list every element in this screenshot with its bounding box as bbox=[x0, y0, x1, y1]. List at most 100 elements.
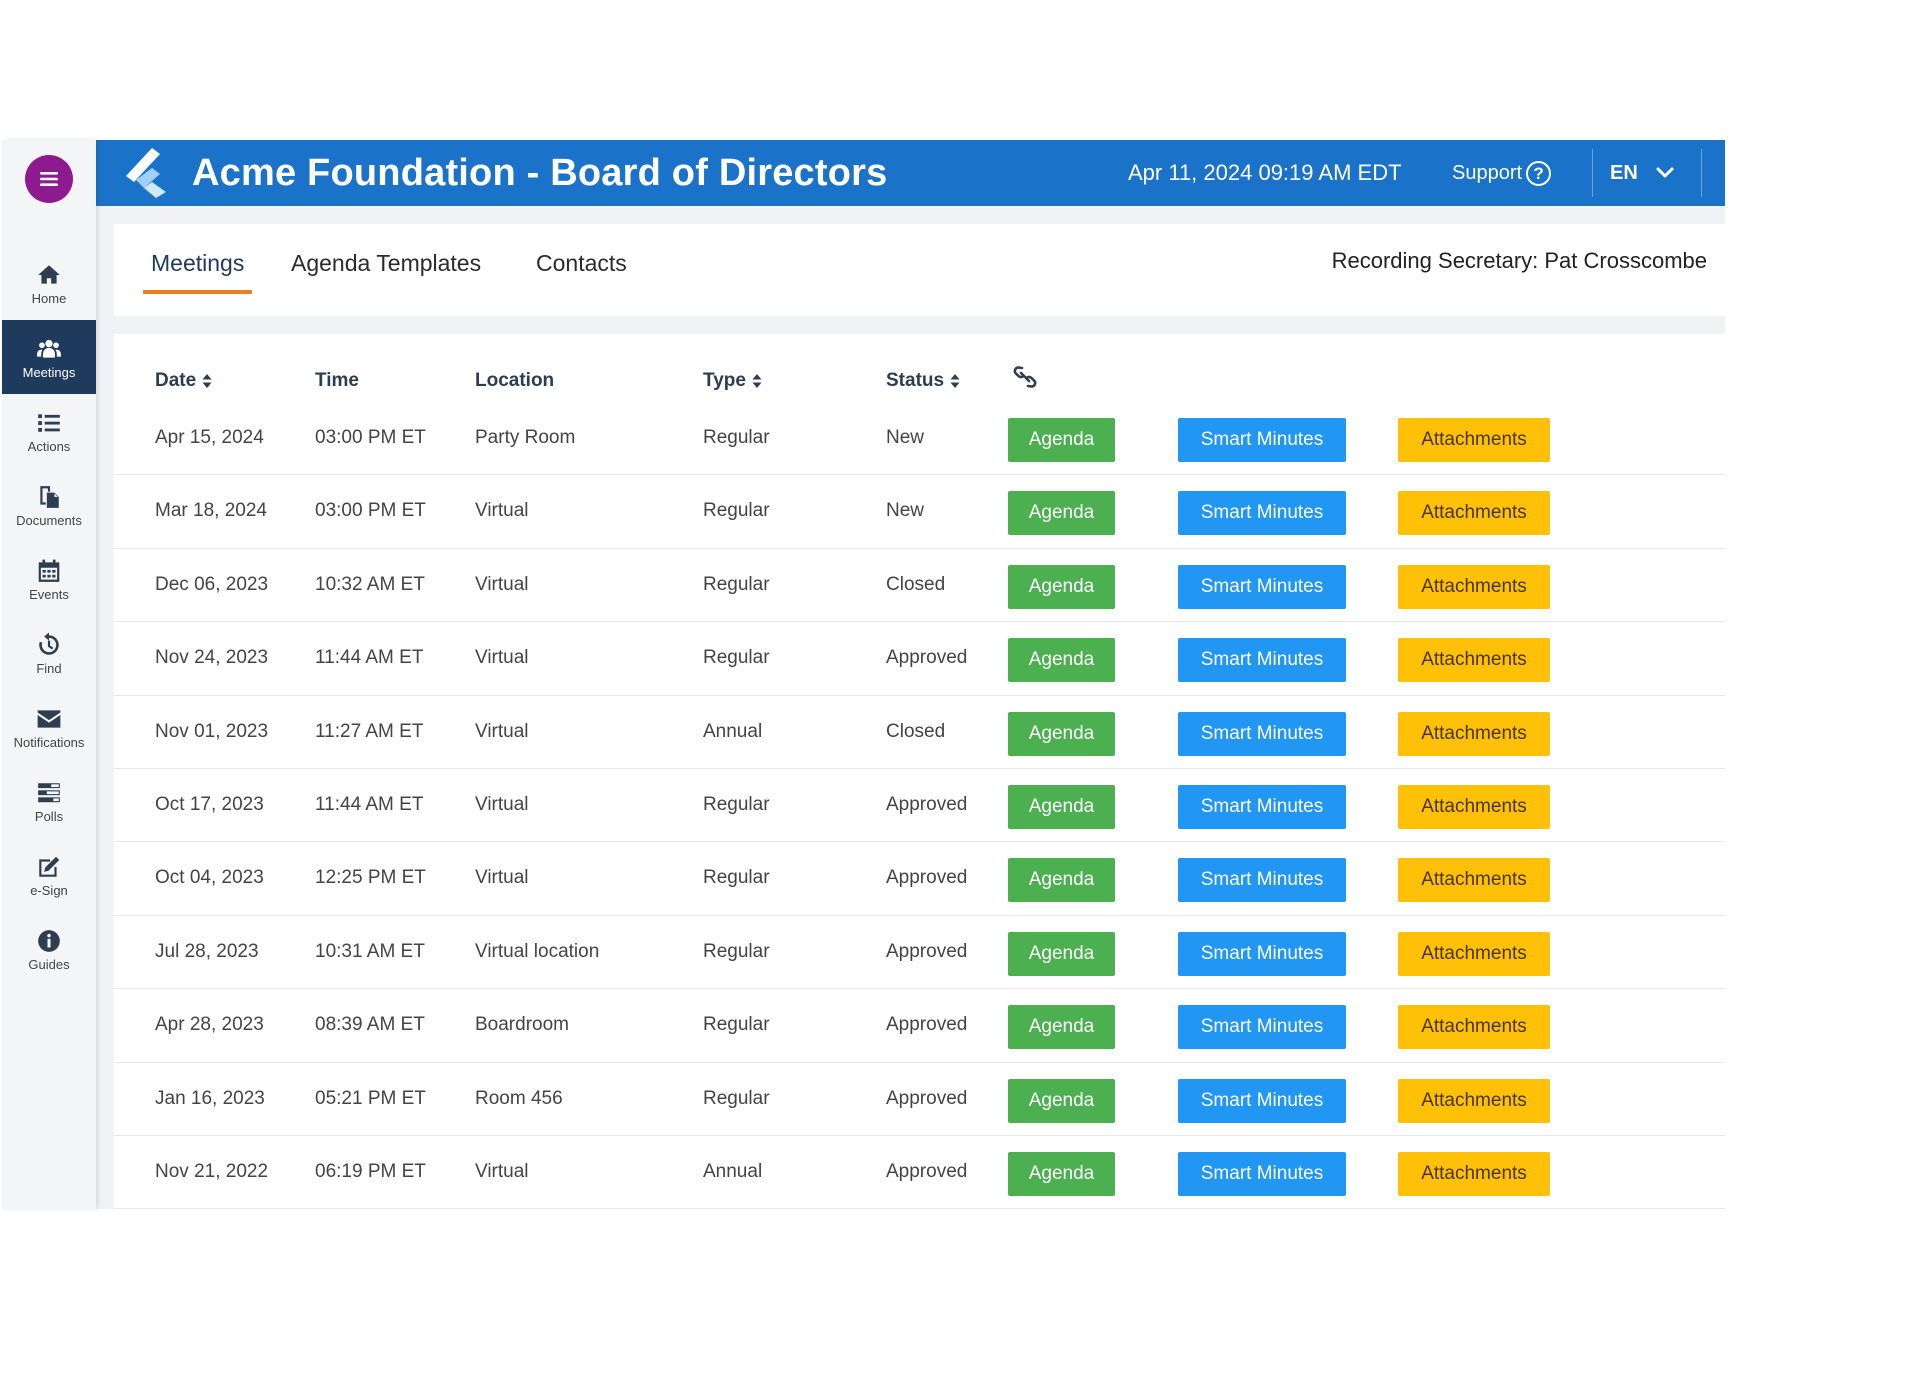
meetings-table: Apr 15, 2024 03:00 PM ET Party Room Regular… bbox=[114, 402, 1725, 1210]
sidebar-item-documents[interactable]: Documents bbox=[2, 468, 96, 542]
cell-time: 10:32 AM ET bbox=[315, 573, 425, 595]
smart-minutes-button[interactable]: Smart Minutes bbox=[1178, 711, 1346, 756]
polls-icon bbox=[35, 779, 63, 807]
column-header-location: Location bbox=[475, 370, 555, 391]
smart-minutes-button[interactable]: Smart Minutes bbox=[1178, 784, 1346, 829]
column-header-label: Type bbox=[703, 370, 746, 391]
smart-minutes-button[interactable]: Smart Minutes bbox=[1178, 1005, 1346, 1050]
attachments-button[interactable]: Attachments bbox=[1398, 418, 1550, 462]
agenda-button[interactable]: Agenda bbox=[1008, 711, 1115, 756]
info-icon bbox=[35, 927, 63, 955]
sidebar-item-guides[interactable]: Guides bbox=[2, 912, 96, 986]
cell-status: Approved bbox=[886, 940, 968, 962]
smart-minutes-button[interactable]: Smart Minutes bbox=[1178, 1151, 1346, 1196]
sidebar-item-esign[interactable]: e-Sign bbox=[2, 838, 96, 912]
cell-date: Apr 28, 2023 bbox=[155, 1014, 264, 1036]
attachments-button[interactable]: Attachments bbox=[1398, 931, 1550, 976]
attachments-button[interactable]: Attachments bbox=[1398, 711, 1550, 756]
sidebar-item-label: Find bbox=[36, 660, 62, 676]
chevron-down-icon bbox=[1656, 167, 1674, 178]
attachments-button[interactable]: Attachments bbox=[1398, 784, 1550, 829]
smart-minutes-button[interactable]: Smart Minutes bbox=[1178, 418, 1346, 462]
edit-icon bbox=[35, 853, 63, 881]
support-link[interactable]: Support ? bbox=[1452, 158, 1552, 188]
sidebar-item-label: Meetings bbox=[22, 364, 76, 380]
cell-time: 03:00 PM ET bbox=[315, 427, 426, 448]
attachments-button[interactable]: Attachments bbox=[1398, 1005, 1550, 1050]
agenda-button[interactable]: Agenda bbox=[1008, 784, 1115, 829]
cell-type: Regular bbox=[703, 1014, 770, 1036]
column-header-date[interactable]: Date bbox=[155, 368, 212, 394]
cell-time: 10:31 AM ET bbox=[315, 940, 425, 962]
table-row: Nov 01, 2023 11:27 AM ET Virtual Annual Clos… bbox=[114, 696, 1725, 769]
cell-date: Apr 15, 2024 bbox=[155, 427, 264, 448]
sidebar-item-events[interactable]: Events bbox=[2, 542, 96, 616]
sidebar-item-label: Polls bbox=[34, 808, 64, 824]
smart-minutes-button[interactable]: Smart Minutes bbox=[1178, 931, 1346, 976]
sort-icon bbox=[950, 373, 960, 389]
cell-status: Approved bbox=[886, 793, 968, 815]
history-icon bbox=[35, 631, 63, 659]
attachments-button[interactable]: Attachments bbox=[1398, 1151, 1550, 1196]
sidebar-item-polls[interactable]: Polls bbox=[2, 764, 96, 838]
agenda-button[interactable]: Agenda bbox=[1008, 638, 1115, 683]
table-row: Jul 28, 2023 10:31 AM ET Virtual location R… bbox=[114, 916, 1725, 990]
cell-status: Approved bbox=[886, 867, 968, 889]
agenda-button[interactable]: Agenda bbox=[1008, 1078, 1115, 1123]
table-row: Jan 16, 2023 05:21 PM ET Room 456 Regular Ap… bbox=[114, 1063, 1725, 1136]
cell-location: Virtual bbox=[475, 720, 529, 742]
tab-agenda-templates[interactable]: Agenda Templates bbox=[291, 246, 481, 296]
cell-type: Regular bbox=[703, 867, 770, 889]
agenda-button[interactable]: Agenda bbox=[1008, 1151, 1115, 1196]
language-selector[interactable]: EN bbox=[1610, 158, 1674, 188]
cell-status: New bbox=[886, 427, 925, 448]
agenda-button[interactable]: Agenda bbox=[1008, 418, 1115, 462]
cell-status: Approved bbox=[886, 1087, 968, 1109]
envelope-icon bbox=[35, 705, 63, 733]
smart-minutes-button[interactable]: Smart Minutes bbox=[1178, 564, 1346, 609]
smart-minutes-button[interactable]: Smart Minutes bbox=[1178, 638, 1346, 683]
attachments-button[interactable]: Attachments bbox=[1398, 1078, 1550, 1123]
attachments-button[interactable]: Attachments bbox=[1398, 858, 1550, 903]
cell-time: 12:25 PM ET bbox=[315, 867, 426, 889]
hamburger-menu-button[interactable] bbox=[25, 155, 73, 203]
attachments-button[interactable]: Attachments bbox=[1398, 564, 1550, 609]
sidebar-item-find[interactable]: Find bbox=[2, 616, 96, 690]
column-header-status[interactable]: Status bbox=[886, 368, 960, 394]
calendar-icon bbox=[35, 557, 63, 585]
app-header: Acme Foundation - Board of Directors Apr… bbox=[96, 140, 1725, 206]
sidebar-item-home[interactable]: Home bbox=[2, 246, 96, 320]
sidebar-item-meetings[interactable]: Meetings bbox=[2, 320, 96, 394]
cell-time: 11:44 AM ET bbox=[315, 793, 424, 815]
list-icon bbox=[35, 409, 63, 437]
smart-minutes-button[interactable]: Smart Minutes bbox=[1178, 1078, 1346, 1123]
content-gutter bbox=[96, 206, 114, 1209]
cell-location: Virtual bbox=[475, 573, 529, 595]
agenda-button[interactable]: Agenda bbox=[1008, 931, 1115, 976]
cell-location: Virtual bbox=[475, 1160, 529, 1182]
tab-contacts[interactable]: Contacts bbox=[536, 246, 627, 296]
column-header-type[interactable]: Type bbox=[703, 368, 762, 394]
sidebar-item-notifications[interactable]: Notifications bbox=[2, 690, 96, 764]
column-header-label: Status bbox=[886, 370, 945, 391]
agenda-button[interactable]: Agenda bbox=[1008, 491, 1115, 536]
hamburger-icon bbox=[40, 172, 58, 186]
agenda-button[interactable]: Agenda bbox=[1008, 858, 1115, 903]
cell-date: Nov 01, 2023 bbox=[155, 720, 269, 742]
sort-icon bbox=[202, 373, 212, 389]
current-datetime: Apr 11, 2024 09:19 AM EDT bbox=[1128, 160, 1402, 185]
attachments-button[interactable]: Attachments bbox=[1398, 491, 1550, 536]
cell-type: Annual bbox=[703, 1160, 763, 1182]
cell-location: Virtual location bbox=[475, 940, 600, 962]
sidebar-item-actions[interactable]: Actions bbox=[2, 394, 96, 468]
section-divider bbox=[114, 316, 1725, 334]
tab-meetings[interactable]: Meetings bbox=[142, 246, 253, 296]
cell-date: Mar 18, 2024 bbox=[155, 500, 267, 522]
agenda-button[interactable]: Agenda bbox=[1008, 1005, 1115, 1050]
smart-minutes-button[interactable]: Smart Minutes bbox=[1178, 858, 1346, 903]
sidebar-item-label: Home bbox=[31, 290, 67, 306]
attachments-button[interactable]: Attachments bbox=[1398, 638, 1550, 683]
smart-minutes-button[interactable]: Smart Minutes bbox=[1178, 491, 1346, 536]
cell-date: Nov 21, 2022 bbox=[155, 1160, 269, 1182]
agenda-button[interactable]: Agenda bbox=[1008, 564, 1115, 609]
